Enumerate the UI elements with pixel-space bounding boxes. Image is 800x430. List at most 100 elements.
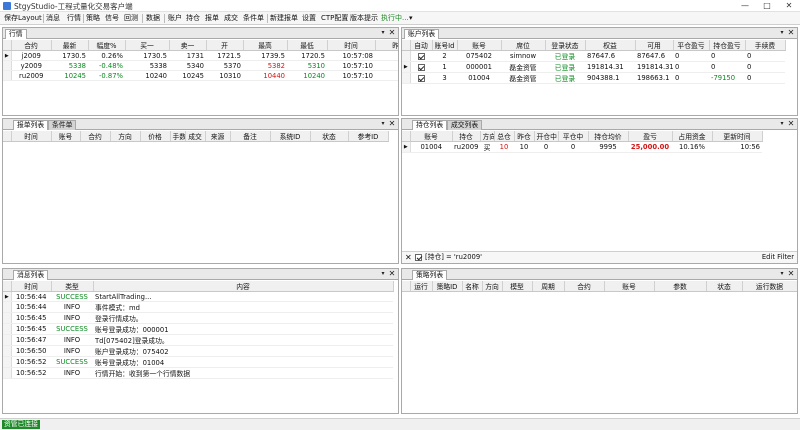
pin-dropdown-icon[interactable]: ▾ <box>379 28 387 38</box>
menu-item-13[interactable]: 设置 <box>302 13 316 24</box>
row-selector[interactable]: ▶ <box>402 61 411 73</box>
column-header[interactable]: 方向 <box>110 131 141 142</box>
column-header[interactable]: 账号 <box>457 40 502 51</box>
close-icon[interactable]: ✕ <box>787 28 795 38</box>
column-header[interactable]: 手数 <box>170 131 186 142</box>
column-header[interactable]: 运行数据 <box>742 281 797 292</box>
column-header[interactable]: 最低 <box>287 40 328 51</box>
menu-item-9[interactable]: 报单 <box>205 13 219 24</box>
column-header[interactable]: 账号Id <box>432 40 458 51</box>
auto-checkbox[interactable] <box>417 63 425 71</box>
column-header[interactable]: 时间 <box>11 281 52 292</box>
row-selector[interactable] <box>402 50 411 62</box>
pin-dropdown-icon[interactable]: ▾ <box>778 269 786 279</box>
column-header[interactable]: 更新时间 <box>712 131 763 142</box>
column-header[interactable]: 登录状态 <box>545 40 586 51</box>
column-header[interactable]: 席位 <box>501 40 546 51</box>
column-header[interactable]: 占用资金 <box>672 131 713 142</box>
column-header[interactable]: 名称 <box>462 281 483 292</box>
account-row[interactable]: ▶ 1 000001 磊金资管 已登录 191814.31 191814.31 0 0 0 <box>402 61 785 73</box>
column-header[interactable]: 可用 <box>635 40 674 51</box>
column-header[interactable]: 持仓盈亏 <box>709 40 746 51</box>
row-selector[interactable] <box>3 356 12 368</box>
tab-accounts[interactable]: 账户列表 <box>404 29 440 39</box>
auto-checkbox[interactable] <box>417 74 425 82</box>
row-selector[interactable]: ▶ <box>402 141 411 153</box>
minimize-button[interactable]: — <box>734 0 756 12</box>
tab-strategies[interactable]: 策略列表 <box>412 270 448 280</box>
column-header[interactable]: 系统ID <box>270 131 311 142</box>
column-header[interactable]: 最新 <box>51 40 89 51</box>
column-header[interactable]: 盈亏 <box>628 131 673 142</box>
column-header[interactable]: 时间 <box>11 131 52 142</box>
column-header[interactable]: 开仓中 <box>534 131 559 142</box>
column-header[interactable]: 成交 <box>185 131 206 142</box>
column-header[interactable]: 平仓中 <box>558 131 589 142</box>
menu-item-12[interactable]: 新建报单 <box>270 13 298 24</box>
close-icon[interactable]: ✕ <box>388 269 396 279</box>
filter-clear-icon[interactable]: ✕ <box>405 252 412 263</box>
column-header[interactable]: 时间 <box>327 40 376 51</box>
menu-item-14[interactable]: CTP配置 <box>321 13 348 24</box>
column-header[interactable]: 昨仓 <box>514 131 535 142</box>
column-header[interactable]: 策略ID <box>432 281 463 292</box>
row-selector[interactable] <box>3 367 12 379</box>
pin-dropdown-icon[interactable]: ▾ <box>379 119 387 129</box>
menu-item-10[interactable]: 成交 <box>224 13 238 24</box>
column-header[interactable]: 最高 <box>243 40 288 51</box>
quote-row[interactable]: ru2009 10245 -0.87% 10240 10245 10310 10440 102… <box>3 70 398 81</box>
menu-item-6[interactable]: 数据 <box>146 13 160 24</box>
column-header[interactable]: 持仓 <box>452 131 481 142</box>
message-row[interactable]: 10:56:52 INFO 行情开始：收到第一个行情数据 <box>3 367 393 379</box>
column-header[interactable]: 账号 <box>410 131 453 142</box>
menu-item-3[interactable]: 策略 <box>86 13 100 24</box>
close-icon[interactable]: ✕ <box>388 28 396 38</box>
column-header[interactable]: 卖一 <box>169 40 207 51</box>
column-header[interactable]: 手续费 <box>745 40 786 51</box>
maximize-button[interactable]: □ <box>756 0 778 12</box>
menu-item-5[interactable]: 回测 <box>124 13 138 24</box>
message-row[interactable]: ▶ 10:56:44 SUCCESS StartAllTrading... <box>3 291 393 302</box>
menu-item-0[interactable]: 保存Layout <box>4 13 42 24</box>
tab-quotes[interactable]: 行情 <box>5 29 27 39</box>
message-row[interactable]: 10:56:50 INFO 账户登录成功：075402 <box>3 345 393 357</box>
column-header[interactable]: 价格 <box>140 131 171 142</box>
column-header[interactable]: 模型 <box>502 281 533 292</box>
pin-dropdown-icon[interactable]: ▾ <box>778 119 786 129</box>
row-selector[interactable] <box>3 323 12 335</box>
row-selector[interactable] <box>3 70 12 81</box>
message-row[interactable]: 10:56:52 SUCCESS 账号登录成功：01004 <box>3 356 393 368</box>
account-row[interactable]: 2 075402 simnow 已登录 87647.6 87647.6 0 0 0 <box>402 50 785 62</box>
column-header[interactable]: 自动 <box>410 40 433 51</box>
row-selector[interactable] <box>402 72 411 84</box>
filter-enabled-checkbox[interactable] <box>415 254 422 261</box>
menu-item-15[interactable]: 版本提示 <box>350 13 378 24</box>
column-header[interactable]: 内容 <box>93 281 394 292</box>
account-row[interactable]: 3 01004 磊金资管 已登录 904388.1 198663.1 0 -79150 0 <box>402 72 785 84</box>
column-header[interactable]: 状态 <box>310 131 349 142</box>
close-window-button[interactable]: ✕ <box>778 0 800 12</box>
close-icon[interactable]: ✕ <box>787 119 795 129</box>
pin-dropdown-icon[interactable]: ▾ <box>778 28 786 38</box>
close-icon[interactable]: ✕ <box>787 269 795 279</box>
tab-trades[interactable]: 成交列表 <box>447 120 483 130</box>
tab-conditional-orders[interactable]: 条件单 <box>48 120 77 130</box>
menu-item-2[interactable]: 行情 <box>67 13 81 24</box>
column-header[interactable]: 平仓盈亏 <box>673 40 710 51</box>
column-header[interactable]: 账号 <box>51 131 81 142</box>
column-header[interactable]: 运行 <box>410 281 433 292</box>
column-header[interactable]: 权益 <box>585 40 636 51</box>
column-header[interactable]: 方向 <box>482 281 503 292</box>
message-row[interactable]: 10:56:47 INFO Td[075402]登录成功。 <box>3 334 393 346</box>
column-header[interactable]: 账号 <box>604 281 655 292</box>
column-header[interactable]: 备注 <box>230 131 271 142</box>
column-header[interactable]: 持仓均价 <box>588 131 629 142</box>
column-header[interactable]: 来源 <box>205 131 231 142</box>
menu-item-4[interactable]: 信号 <box>105 13 119 24</box>
tab-messages[interactable]: 消息列表 <box>13 270 49 280</box>
row-selector[interactable] <box>3 60 12 71</box>
column-header[interactable]: 方向 <box>480 131 495 142</box>
column-header[interactable]: 类型 <box>51 281 94 292</box>
column-header[interactable]: 参考ID <box>348 131 389 142</box>
auto-checkbox[interactable] <box>417 52 425 60</box>
